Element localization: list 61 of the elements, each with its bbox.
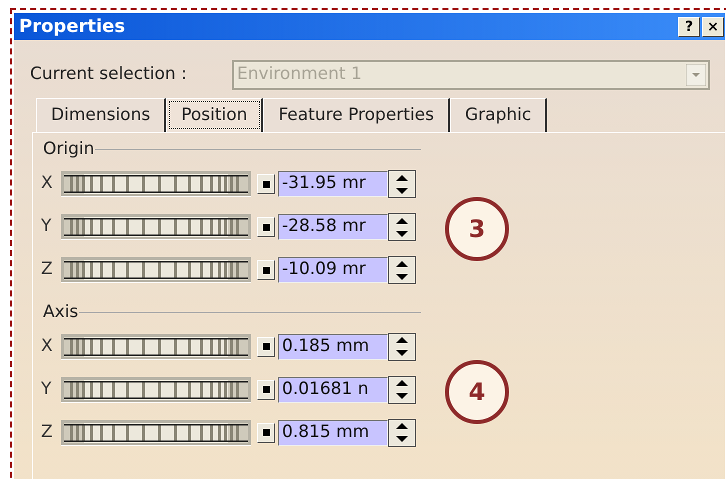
callout-number: 3	[445, 197, 509, 261]
thumbwheel[interactable]	[61, 376, 251, 402]
thumbwheel[interactable]	[61, 171, 251, 197]
axis-label: Z	[41, 420, 54, 444]
tab[interactable]: Position	[166, 98, 264, 132]
spin-buttons[interactable]	[388, 256, 416, 284]
down-arrow-icon	[396, 188, 408, 194]
down-arrow-icon	[396, 230, 408, 236]
spin-buttons[interactable]	[388, 213, 416, 241]
square-icon	[262, 266, 270, 274]
up-arrow-icon	[396, 218, 408, 224]
axis-label: Z	[41, 258, 54, 282]
square-icon	[262, 343, 270, 350]
value-field[interactable]: -31.95 mr	[278, 171, 388, 197]
up-arrow-icon	[396, 174, 408, 180]
square-icon	[262, 429, 270, 436]
close-button[interactable]: ×	[702, 16, 724, 36]
value-field[interactable]: -28.58 mr	[278, 214, 388, 240]
callout-number: 4	[445, 360, 509, 424]
reset-button[interactable]	[257, 260, 275, 280]
thumbwheel[interactable]	[61, 214, 251, 240]
down-arrow-icon	[396, 274, 408, 280]
axis-label: Y	[41, 215, 52, 238]
selection-label: Current selection :	[30, 63, 188, 86]
group-title: Axis	[42, 300, 78, 324]
group-title: Origin	[42, 138, 94, 161]
dropdown-arrow-icon	[686, 64, 706, 86]
value-field[interactable]: 0.01681 n	[278, 376, 388, 402]
thumbwheel[interactable]	[61, 334, 251, 360]
square-icon	[262, 180, 270, 188]
reset-button[interactable]	[257, 217, 275, 237]
up-arrow-icon	[396, 380, 408, 386]
up-arrow-icon	[396, 260, 408, 266]
square-icon	[262, 386, 270, 393]
thumbwheel[interactable]	[61, 420, 251, 446]
up-arrow-icon	[396, 337, 408, 343]
help-button[interactable]: ?	[678, 16, 700, 36]
reset-button[interactable]	[257, 336, 275, 356]
axis-label: X	[41, 172, 54, 196]
tab[interactable]: Dimensions	[36, 98, 166, 132]
value-field[interactable]: -10.09 mr	[278, 257, 388, 283]
axis-label: Y	[41, 378, 52, 401]
spin-buttons[interactable]	[388, 376, 416, 404]
value-field[interactable]: 0.185 mm	[278, 334, 388, 360]
square-icon	[262, 224, 270, 230]
tab[interactable]: Graphic	[450, 98, 548, 132]
window-title: Properties	[19, 15, 126, 39]
spin-buttons[interactable]	[388, 418, 416, 446]
tab[interactable]: Feature Properties	[263, 98, 450, 132]
spin-buttons[interactable]	[388, 170, 416, 198]
thumbwheel[interactable]	[61, 257, 251, 283]
reset-button[interactable]	[257, 422, 275, 442]
reset-button[interactable]	[257, 380, 275, 400]
down-arrow-icon	[396, 393, 408, 399]
axis-label: X	[41, 334, 54, 358]
value-field[interactable]: 0.815 mm	[278, 420, 388, 446]
down-arrow-icon	[396, 436, 408, 442]
up-arrow-icon	[396, 423, 408, 429]
reset-button[interactable]	[257, 174, 275, 194]
down-arrow-icon	[396, 350, 408, 356]
spin-buttons[interactable]	[388, 332, 416, 360]
